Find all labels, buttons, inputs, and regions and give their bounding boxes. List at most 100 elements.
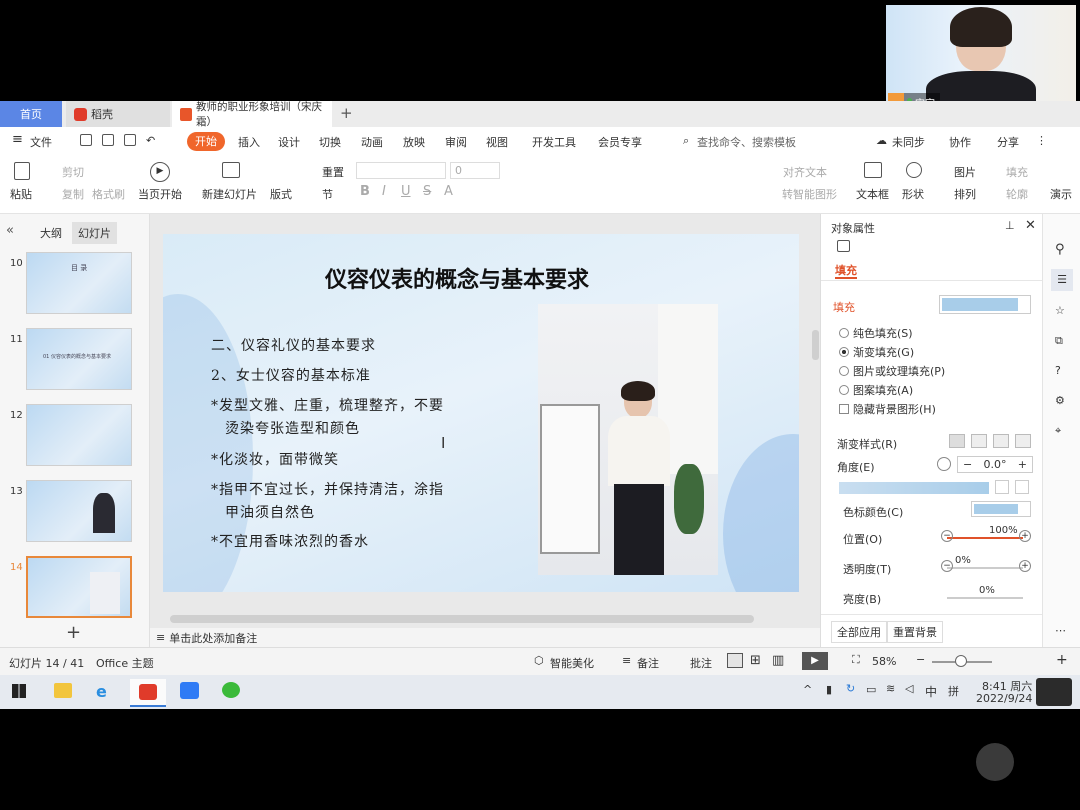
notes-toggle-button[interactable]: 备注 [637,655,659,671]
slide-thumb-10[interactable]: 目 录 [26,252,132,314]
radio-gradient[interactable]: 渐变填充(G) [839,344,914,360]
wps-taskbar-icon[interactable] [130,679,166,707]
font-color-icon[interactable]: A [444,184,453,199]
slide-line-4[interactable]: 烫染夸张造型和颜色 [225,418,360,438]
stop-color-dropdown[interactable] [971,501,1031,517]
hamburger-icon[interactable]: ≡ [12,132,23,147]
rocket-icon[interactable]: ⚲ [1055,242,1065,257]
slide-line-7[interactable]: 甲油须自然色 [225,502,315,522]
new-tab-icon[interactable]: + [340,104,353,122]
fill-bucket-icon[interactable] [837,240,850,255]
tab-daoke[interactable]: 稻壳 [66,101,170,127]
tab-home[interactable]: 首页 [0,101,62,127]
paste-icon[interactable] [14,162,30,183]
menu-switch[interactable]: 切换 [319,134,341,150]
position-slider[interactable] [947,537,1023,539]
underline-icon[interactable]: U [401,184,411,199]
menu-vip[interactable]: 会员专享 [598,134,642,150]
remove-stop-icon[interactable] [1015,480,1029,494]
transparency-minus[interactable]: − [941,560,953,572]
reset-background-button[interactable]: 重置背景 [887,621,943,643]
location-icon[interactable]: ⌖ [1055,424,1061,438]
transparency-plus[interactable]: + [1019,560,1031,572]
format-brush-button[interactable]: 格式刷 [92,186,125,202]
menu-animation[interactable]: 动画 [361,134,383,150]
slide-thumb-12[interactable] [26,404,132,466]
position-minus[interactable]: − [941,530,953,542]
file-explorer-icon[interactable] [54,683,72,698]
copy-icon[interactable]: ⧉ [1055,334,1063,348]
slide-thumb-13[interactable] [26,480,132,542]
command-search[interactable]: 查找命令、搜索模板 [697,134,796,150]
slide-thumb-14[interactable] [26,556,132,618]
align-text-button[interactable]: 对齐文本 [783,164,827,180]
shape-icon[interactable] [906,162,922,181]
gradient-style-buttons[interactable] [949,434,1031,448]
menu-file[interactable]: 文件 [30,134,52,150]
menu-dev-tools[interactable]: 开发工具 [532,134,576,150]
zoom-in-button[interactable]: + [1056,652,1068,668]
close-icon[interactable]: ✕ [1025,218,1036,233]
angle-stepper[interactable]: −0.0° + [957,456,1033,473]
video-preview[interactable]: 宋宗 [886,5,1076,112]
wifi-tray-icon[interactable]: ≋ [886,682,895,695]
new-slide-icon[interactable] [222,162,240,181]
fill-button[interactable]: 填充 [1006,164,1028,180]
slide-line-6[interactable]: *指甲不宜过长，并保持清洁，涂指 [211,479,444,499]
italic-icon[interactable]: I [382,184,386,199]
transparency-slider[interactable] [947,567,1023,569]
zoom-level[interactable]: 58% [872,655,896,668]
outline-button[interactable]: 轮廓 [1006,186,1028,202]
undo-icon[interactable]: ↶ [146,134,155,147]
shape-button[interactable]: 形状 [902,186,924,202]
tray-expand-icon[interactable]: ^ [803,683,812,696]
slide-line-1[interactable]: 二、仪容礼仪的基本要求 [211,335,376,355]
menu-review[interactable]: 审阅 [445,134,467,150]
more-icon[interactable]: ⋮ [1036,134,1047,147]
notification-icon[interactable] [1036,678,1072,706]
assist-icon[interactable]: ⚙ [1055,394,1065,407]
tab-fill[interactable]: 填充 [835,262,857,278]
strikethrough-icon[interactable]: S [423,184,431,199]
comments-button[interactable]: 批注 [690,655,712,671]
fill-section-title[interactable]: 填充 [833,299,855,315]
picture-button[interactable]: 图片 [954,164,976,180]
angle-dial-icon[interactable] [937,457,951,471]
ime-mode-indicator[interactable]: 拼 [948,683,959,699]
radio-picture[interactable]: 图片或纹理填充(P) [839,363,945,379]
new-slide-button[interactable]: 新建幻灯片 [202,186,257,202]
mic-tray-icon[interactable]: ▮ [826,683,832,696]
reset-button[interactable]: 重置 [322,164,344,180]
slide-thumb-11[interactable]: 01 仪容仪表的概念与基本要求 [26,328,132,390]
ie-browser-icon[interactable]: e [96,682,107,701]
fit-window-icon[interactable]: ⛶ [852,653,860,667]
font-size-box[interactable]: 0 [450,162,500,179]
bold-icon[interactable]: B [360,184,370,199]
radio-pattern[interactable]: 图案填充(A) [839,382,913,398]
star-icon[interactable]: ☆ [1055,304,1065,317]
tencent-meeting-icon[interactable] [180,682,199,699]
slide-canvas[interactable]: 仪容仪表的概念与基本要求 二、仪容礼仪的基本要求 2、女士仪容的基本标准 *发型… [163,234,799,592]
help-icon[interactable]: ? [1055,364,1061,377]
volume-tray-icon[interactable]: ◁ [905,682,913,695]
share-button[interactable]: 分享 [997,134,1019,150]
slide-line-3[interactable]: *发型文雅、庄重，梳理整齐，不要 [211,395,444,415]
menu-design[interactable]: 设计 [278,134,300,150]
wechat-icon[interactable] [222,682,240,698]
add-stop-icon[interactable] [995,480,1009,494]
add-slide-icon[interactable]: + [66,622,81,643]
print-icon[interactable] [102,134,114,149]
battery-tray-icon[interactable]: ▭ [866,683,876,696]
collapse-panel-icon[interactable]: « [6,223,14,238]
slide-photo[interactable] [538,304,718,575]
checkbox-hide-bg[interactable]: 隐藏背景图形(H) [839,401,936,417]
slide-line-2[interactable]: 2、女士仪容的基本标准 [211,365,371,385]
normal-view-icon[interactable] [727,653,743,668]
preview-icon[interactable] [124,134,136,149]
sync-tray-icon[interactable]: ↻ [846,682,855,695]
zoom-out-button[interactable]: − [916,653,925,666]
angle-minus[interactable]: − [963,458,972,471]
layout-button[interactable]: 版式 [270,186,292,202]
font-name-box[interactable] [356,162,446,179]
fill-color-dropdown[interactable] [939,295,1031,314]
